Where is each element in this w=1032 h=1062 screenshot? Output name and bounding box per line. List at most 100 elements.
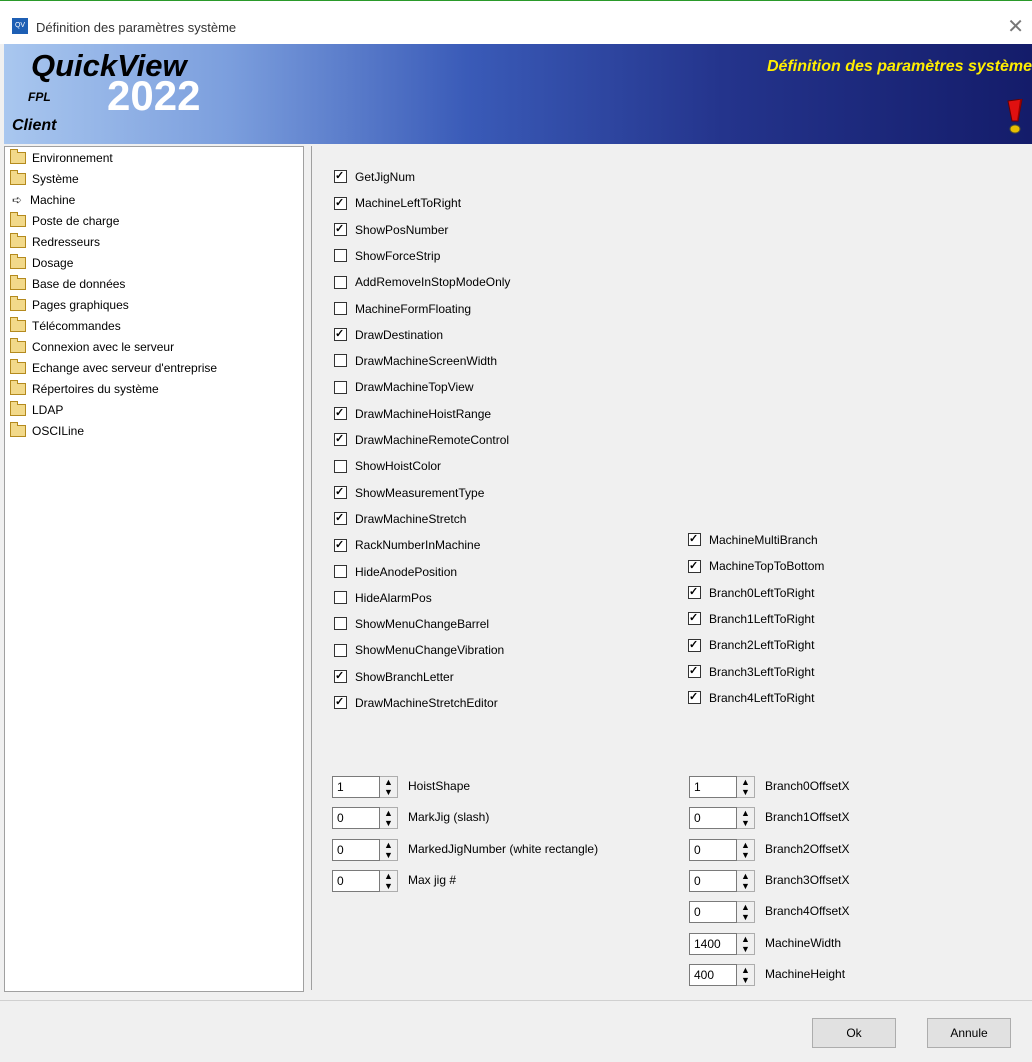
checkbox[interactable] [334, 166, 347, 186]
spinner-arrows-icon[interactable]: ▲ ▼ [380, 869, 398, 892]
spinner-input[interactable]: 1 [689, 776, 737, 798]
tree-item[interactable]: Pages graphiques [10, 295, 129, 315]
tree-item[interactable]: Connexion avec le serveur [10, 337, 174, 357]
spinner-arrows-icon[interactable]: ▲ ▼ [737, 869, 755, 892]
checkbox-row[interactable]: Branch2LeftToRight [688, 635, 814, 655]
spinner-arrows-icon[interactable]: ▲ ▼ [380, 838, 398, 861]
checkbox-row[interactable]: MachineMultiBranch [688, 529, 818, 550]
checkbox-row[interactable]: MachineTopToBottom [688, 556, 824, 576]
checkbox[interactable] [334, 482, 347, 502]
spinner-input[interactable]: 0 [689, 807, 737, 830]
checkbox[interactable] [688, 687, 701, 707]
checkbox[interactable] [334, 354, 347, 368]
checkbox-row[interactable]: MachineFormFloating [334, 299, 471, 319]
tree-item[interactable]: Base de données [10, 274, 125, 294]
checkbox[interactable] [334, 535, 347, 555]
checkbox-row[interactable]: HideAnodePosition [334, 562, 457, 582]
checkbox[interactable] [334, 324, 347, 344]
tree-item[interactable]: Environnement [10, 148, 113, 168]
checkbox[interactable] [334, 403, 347, 423]
checkbox-row[interactable]: DrawMachineRemoteControl [334, 429, 509, 450]
checkbox[interactable] [334, 193, 347, 213]
tree-item[interactable]: Répertoires du système [10, 379, 159, 399]
checkbox-row[interactable]: Branch0LeftToRight [688, 582, 814, 603]
folder-icon [10, 316, 26, 332]
spinner-arrows-icon[interactable]: ▲ ▼ [380, 807, 398, 830]
cancel-button[interactable]: Annule [927, 1018, 1011, 1048]
checkbox[interactable] [334, 380, 347, 394]
checkbox-row[interactable]: AddRemoveInStopModeOnly [334, 272, 510, 292]
spinner-arrows-icon[interactable]: ▲ ▼ [737, 838, 755, 861]
spinner-arrows-icon[interactable]: ▲ ▼ [737, 963, 755, 986]
checkbox[interactable] [688, 661, 701, 681]
checkbox[interactable] [334, 459, 347, 473]
checkbox-row[interactable]: HideAlarmPos [334, 588, 432, 608]
spinner-input[interactable]: 1 [332, 776, 380, 798]
spinner-input[interactable]: 0 [332, 838, 380, 861]
checkbox[interactable] [688, 529, 701, 549]
settings-tree[interactable]: Environnement Système ➪ Machine Poste de cha… [4, 146, 304, 992]
checkbox-row[interactable]: RackNumberInMachine [334, 535, 480, 555]
checkbox-row[interactable]: ShowForceStrip [334, 246, 440, 266]
spinner-arrows-icon[interactable]: ▲ ▼ [380, 776, 398, 798]
checkbox[interactable] [334, 275, 347, 289]
checkbox-row[interactable]: ShowMenuChangeBarrel [334, 614, 489, 634]
tree-item[interactable]: Redresseurs [10, 232, 100, 252]
checkbox-row[interactable]: ShowHoistColor [334, 456, 441, 476]
spinner-input[interactable]: 0 [332, 807, 380, 830]
ok-button[interactable]: Ok [812, 1018, 896, 1048]
tree-item[interactable]: Télécommandes [10, 316, 121, 336]
checkbox-label: AddRemoveInStopModeOnly [355, 275, 511, 290]
spinner-arrows-icon[interactable]: ▲ ▼ [737, 932, 755, 955]
checkbox[interactable] [688, 608, 701, 628]
close-icon[interactable]: ✕ [1007, 14, 1024, 39]
checkbox[interactable] [688, 635, 701, 655]
checkbox-row[interactable]: DrawDestination [334, 324, 443, 345]
checkbox[interactable] [334, 617, 347, 631]
tree-item[interactable]: LDAP [10, 400, 63, 420]
checkbox-row[interactable]: ShowMenuChangeVibration [334, 640, 504, 660]
checkbox-row[interactable]: DrawMachineTopView [334, 377, 474, 397]
tree-item[interactable]: Echange avec serveur d'entreprise [10, 358, 217, 378]
checkbox[interactable] [334, 666, 347, 686]
spinner-input[interactable]: 400 [689, 963, 737, 986]
checkbox-row[interactable]: DrawMachineScreenWidth [334, 351, 497, 371]
checkbox-row[interactable]: ShowPosNumber [334, 219, 448, 240]
checkbox[interactable] [334, 249, 347, 263]
spinner-arrows-icon[interactable]: ▲ ▼ [737, 901, 755, 924]
checkbox-row[interactable]: Branch3LeftToRight [688, 661, 814, 682]
spinner-arrows-icon[interactable]: ▲ ▼ [737, 807, 755, 830]
checkbox[interactable] [334, 591, 347, 605]
checkbox-row[interactable]: DrawMachineHoistRange [334, 403, 491, 424]
tree-item[interactable]: ➪ Machine [10, 190, 75, 210]
checkbox[interactable] [334, 564, 347, 578]
spinner-input[interactable]: 0 [689, 901, 737, 924]
checkbox-row[interactable]: DrawMachineStretch [334, 508, 466, 529]
checkbox[interactable] [334, 429, 347, 449]
spinner-input[interactable]: 0 [689, 838, 737, 861]
checkbox-label: MachineFormFloating [355, 301, 472, 316]
tree-item[interactable]: OSCILine [10, 421, 84, 441]
tree-item[interactable]: Système [10, 169, 79, 189]
checkbox-row[interactable]: GetJigNum [334, 166, 415, 187]
tree-item-label: OSCILine [32, 424, 85, 438]
checkbox[interactable] [688, 556, 701, 576]
spinner-input[interactable]: 0 [689, 869, 737, 892]
checkbox[interactable] [334, 219, 347, 239]
checkbox[interactable] [688, 582, 701, 602]
spinner-arrows-icon[interactable]: ▲ ▼ [737, 776, 755, 798]
checkbox-row[interactable]: DrawMachineStretchEditor [334, 692, 498, 713]
spinner-input[interactable]: 0 [332, 869, 380, 892]
checkbox-row[interactable]: ShowBranchLetter [334, 666, 454, 687]
tree-item[interactable]: Dosage [10, 253, 73, 273]
checkbox[interactable] [334, 301, 347, 315]
checkbox-row[interactable]: MachineLeftToRight [334, 193, 461, 213]
checkbox[interactable] [334, 692, 347, 712]
checkbox[interactable] [334, 508, 347, 528]
checkbox[interactable] [334, 643, 347, 657]
tree-item[interactable]: Poste de charge [10, 211, 119, 231]
spinner-input[interactable]: 1400 [689, 932, 737, 955]
checkbox-row[interactable]: Branch1LeftToRight [688, 608, 814, 629]
checkbox-row[interactable]: ShowMeasurementType [334, 482, 484, 503]
checkbox-row[interactable]: Branch4LeftToRight [688, 687, 814, 708]
